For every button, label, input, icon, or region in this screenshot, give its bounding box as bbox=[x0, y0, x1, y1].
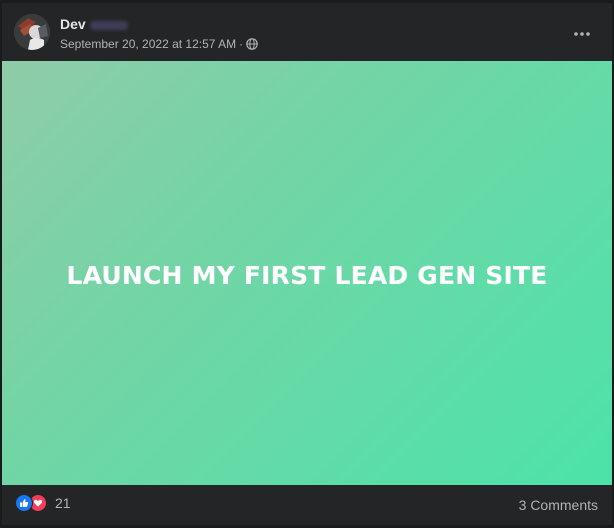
post-header: Dev September 20, 2022 at 12:57 AM · bbox=[2, 3, 612, 61]
post-meta: September 20, 2022 at 12:57 AM · bbox=[60, 36, 258, 52]
avatar[interactable] bbox=[14, 14, 50, 50]
post-options-button[interactable] bbox=[564, 17, 600, 47]
post-banner[interactable]: LAUNCH MY FIRST LEAD GEN SITE bbox=[2, 61, 612, 485]
post-footer: 21 3 Comments bbox=[2, 485, 612, 525]
reaction-count: 21 bbox=[55, 495, 71, 511]
author-row: Dev bbox=[60, 15, 128, 33]
post-timestamp[interactable]: September 20, 2022 at 12:57 AM bbox=[60, 37, 236, 51]
author-name[interactable]: Dev bbox=[60, 15, 86, 33]
comments-count-link[interactable]: 3 Comments bbox=[519, 497, 598, 513]
more-horizontal-icon bbox=[574, 23, 590, 41]
post-card: Dev September 20, 2022 at 12:57 AM · LAU… bbox=[0, 0, 614, 528]
globe-icon bbox=[246, 38, 258, 50]
banner-text: LAUNCH MY FIRST LEAD GEN SITE bbox=[66, 260, 548, 290]
meta-separator: · bbox=[239, 37, 244, 51]
reactions-summary[interactable]: 21 bbox=[15, 494, 71, 512]
like-icon bbox=[15, 494, 33, 512]
redacted-surname bbox=[89, 20, 128, 30]
